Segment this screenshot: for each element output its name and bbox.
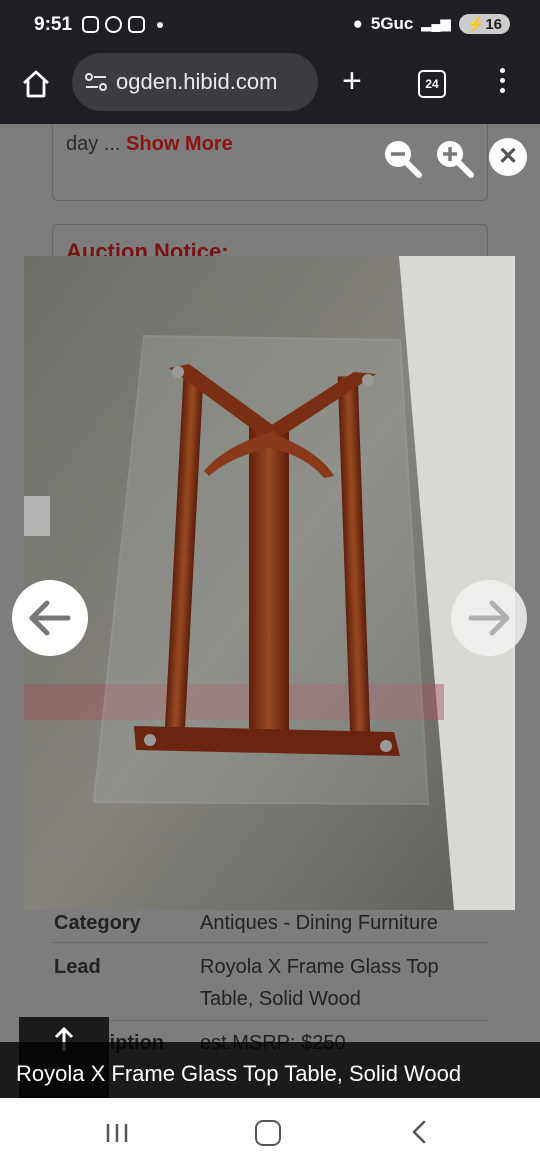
browser-toolbar: ogden.hibid.com + 24: [0, 52, 540, 124]
previous-image-button[interactable]: [12, 580, 88, 656]
arrow-left-icon: [29, 600, 71, 636]
arrow-right-icon: [468, 600, 510, 636]
detail-label: Lead: [54, 956, 101, 978]
home-icon[interactable]: [20, 68, 52, 100]
description-text: day ...: [66, 133, 121, 155]
network-label: 5Guc: [370, 14, 414, 33]
product-photo: [24, 256, 515, 910]
instagram-icon: [82, 16, 99, 33]
image-caption: Royola X Frame Glass Top Table, Solid Wo…: [16, 1061, 462, 1086]
back-icon[interactable]: [410, 1120, 428, 1144]
status-right: ● 5Guc ▂▄▆ ⚡16: [353, 14, 510, 34]
table-divider: [52, 942, 488, 943]
description-card: day ... Show More: [52, 124, 488, 201]
more-notifications-icon: [157, 21, 163, 28]
close-icon[interactable]: ✕: [489, 138, 527, 176]
table-divider: [52, 1020, 488, 1021]
status-bar: 9:51 ● 5Guc ▂▄▆ ⚡16: [0, 0, 540, 52]
detail-value: Antiques - Dining Furniture: [200, 912, 438, 934]
page-content: day ... Show More Auction Notice: ✕ Cate…: [0, 124, 540, 1098]
battery-icon: ⚡16: [458, 14, 510, 34]
signal-icon: ▂▄▆: [421, 16, 451, 31]
notification-k-icon: [128, 16, 145, 33]
new-tab-icon[interactable]: +: [342, 64, 362, 98]
status-time: 9:51: [34, 14, 73, 35]
detail-label: Category: [54, 912, 141, 934]
notification-app-icon: [105, 16, 122, 33]
recent-apps-icon[interactable]: [105, 1122, 129, 1144]
detail-value: Royola X Frame Glass Top Table, Solid Wo…: [200, 956, 439, 1010]
site-settings-icon[interactable]: [84, 71, 108, 93]
tab-switcher-button[interactable]: 24: [418, 70, 446, 98]
notification-icons: [82, 16, 163, 33]
next-image-button[interactable]: [451, 580, 527, 656]
zoom-out-icon[interactable]: [382, 138, 422, 178]
battery-level: 16: [485, 16, 502, 33]
url-text: ogden.hibid.com: [116, 69, 278, 94]
more-menu-icon[interactable]: [500, 68, 506, 98]
location-icon: ●: [352, 14, 363, 33]
system-navigation-bar: [0, 1098, 540, 1170]
home-button-icon[interactable]: [255, 1120, 281, 1146]
zoom-in-icon[interactable]: [434, 138, 474, 178]
address-bar[interactable]: ogden.hibid.com: [72, 53, 318, 111]
show-more-link[interactable]: Show More: [126, 133, 233, 155]
